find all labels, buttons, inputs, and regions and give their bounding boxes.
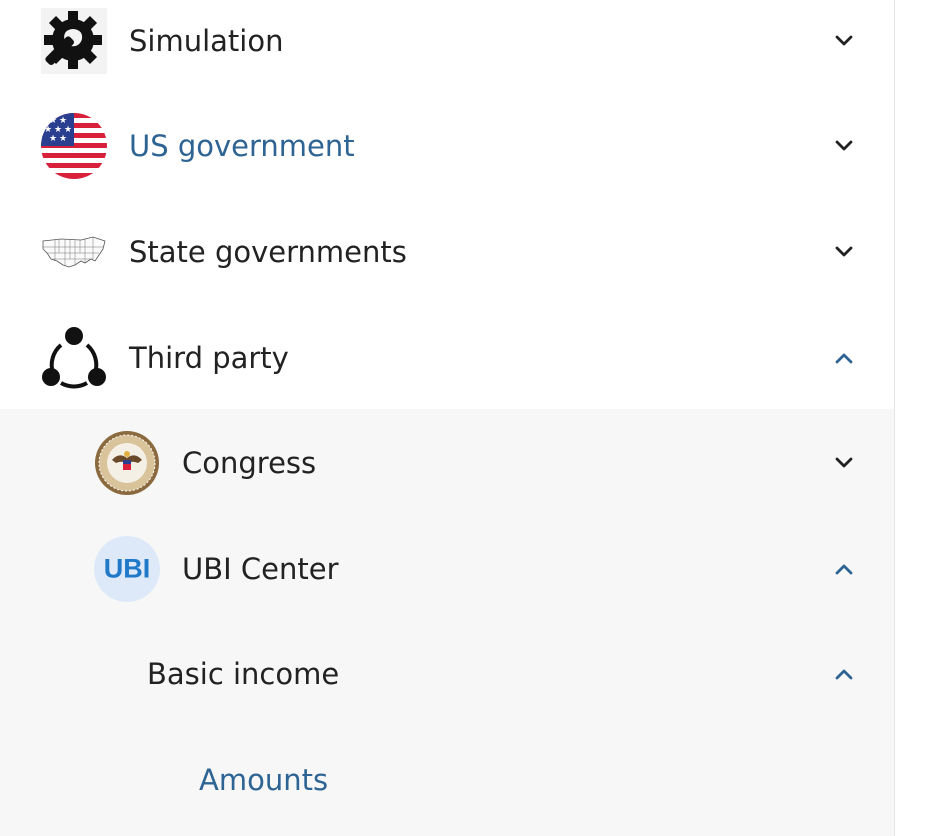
nav-item-label: US government [129, 128, 355, 163]
nav-item-label: Congress [182, 445, 317, 480]
nav-item-label: Amounts [199, 762, 329, 797]
nav-item-third-party[interactable]: Third party [0, 305, 894, 410]
nav-item-congress[interactable]: Congress [0, 410, 894, 515]
nav-item-label: Basic income [147, 656, 340, 691]
nav-item-ubi-center[interactable]: UBI UBI Center [0, 516, 894, 621]
gear-wrench-icon [41, 7, 107, 74]
ubi-logo-text: UBI [103, 553, 151, 583]
share-nodes-icon [41, 325, 107, 391]
nav-item-amounts[interactable]: Amounts [0, 727, 894, 832]
chevron-down-icon[interactable] [832, 29, 856, 53]
nav-item-label: State governments [129, 234, 407, 269]
chevron-up-icon[interactable] [832, 557, 856, 581]
svg-text:★: ★ [49, 134, 57, 144]
chevron-up-icon[interactable] [832, 662, 856, 686]
nav-item-basic-income[interactable]: Basic income [0, 621, 894, 726]
congress-seal-icon [94, 430, 160, 496]
nav-item-simulation[interactable]: Simulation [0, 0, 894, 93]
chevron-down-icon[interactable] [832, 134, 856, 158]
us-states-map-icon [41, 219, 107, 285]
us-flag-icon: ★ ★ ★ ★ ★ ★ ★ [41, 112, 107, 179]
chevron-down-icon[interactable] [832, 240, 856, 264]
svg-text:★: ★ [59, 134, 67, 144]
chevron-up-icon[interactable] [832, 346, 856, 370]
nav-item-label: Third party [129, 340, 289, 375]
nav-item-label: UBI Center [182, 551, 339, 586]
nav-item-state-governments[interactable]: State governments [0, 199, 894, 304]
ubi-logo-icon: UBI [94, 535, 160, 602]
nav-item-label: Simulation [129, 23, 284, 58]
nav-item-us-government[interactable]: ★ ★ ★ ★ ★ ★ ★ US government [0, 93, 894, 198]
chevron-down-icon[interactable] [832, 451, 856, 475]
sidebar-nav: Simulation ★ ★ ★ ★ ★ ★ ★ US government S… [0, 0, 895, 836]
